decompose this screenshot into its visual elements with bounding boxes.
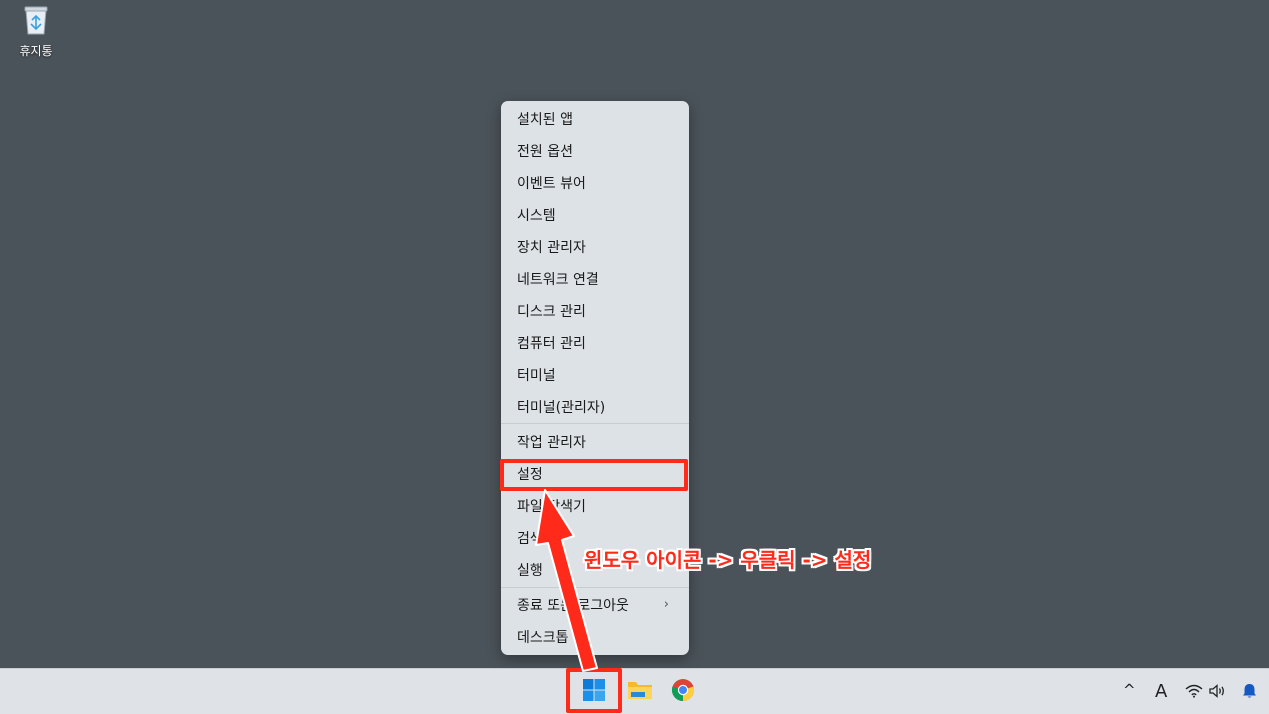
menu-item-label: 검색 [517,531,543,547]
chrome-button[interactable] [665,675,701,709]
recycle-bin[interactable]: 휴지통 [12,4,60,59]
show-hidden-icons-chevron[interactable]: ^ [1123,681,1136,699]
settings-highlight-box [500,459,688,491]
menu-separator [501,587,689,588]
taskbar: ^ A [0,668,1269,714]
menu-item-label: 설치된 앱 [517,112,573,128]
menu-item-shutdown-signout[interactable]: 종료 또는 로그아웃 › [505,590,685,620]
menu-item-label: 시스템 [517,208,556,224]
chevron-right-icon: › [663,597,669,612]
ime-indicator[interactable]: A [1155,681,1167,702]
menu-item-label: 이벤트 뷰어 [517,176,586,192]
bell-icon[interactable] [1242,683,1257,703]
menu-item-device-manager[interactable]: 장치 관리자 [505,232,685,262]
menu-item-installed-apps[interactable]: 설치된 앱 [505,104,685,134]
menu-item-label: 실행 [517,563,543,579]
file-explorer-button[interactable] [622,675,658,709]
file-explorer-icon [627,679,653,705]
volume-icon[interactable] [1209,684,1227,702]
menu-item-computer-management[interactable]: 컴퓨터 관리 [505,328,685,358]
menu-item-label: 컴퓨터 관리 [517,336,586,352]
annotation-text: 윈도우 아이콘 -> 우클릭 -> 설정 [584,548,872,572]
menu-item-label: 전원 옵션 [517,144,573,160]
recycle-bin-icon [22,4,50,40]
menu-item-label: 디스크 관리 [517,304,586,320]
start-button-highlight-box [566,668,622,713]
menu-item-disk-management[interactable]: 디스크 관리 [505,296,685,326]
menu-item-label: 데스크톱 [517,630,569,646]
menu-separator [501,423,689,424]
chrome-icon [671,678,695,706]
menu-item-label: 터미널 [517,368,556,384]
menu-item-label: 장치 관리자 [517,240,586,256]
menu-item-task-manager[interactable]: 작업 관리자 [505,427,685,457]
menu-item-network-connections[interactable]: 네트워크 연결 [505,264,685,294]
menu-item-terminal[interactable]: 터미널 [505,360,685,390]
recycle-bin-label: 휴지통 [19,44,53,58]
menu-item-desktop[interactable]: 데스크톱 [505,622,685,652]
menu-item-label: 네트워크 연결 [517,272,599,288]
wifi-icon[interactable] [1185,684,1203,702]
menu-item-label: 작업 관리자 [517,435,586,451]
menu-item-file-explorer[interactable]: 파일 탐색기 [505,491,685,521]
menu-item-terminal-admin[interactable]: 터미널(관리자) [505,392,685,422]
menu-item-event-viewer[interactable]: 이벤트 뷰어 [505,168,685,198]
menu-item-system[interactable]: 시스템 [505,200,685,230]
menu-item-power-options[interactable]: 전원 옵션 [505,136,685,166]
menu-item-label: 파일 탐색기 [517,499,586,515]
menu-item-label: 터미널(관리자) [517,400,606,416]
menu-item-label: 종료 또는 로그아웃 [517,598,629,614]
